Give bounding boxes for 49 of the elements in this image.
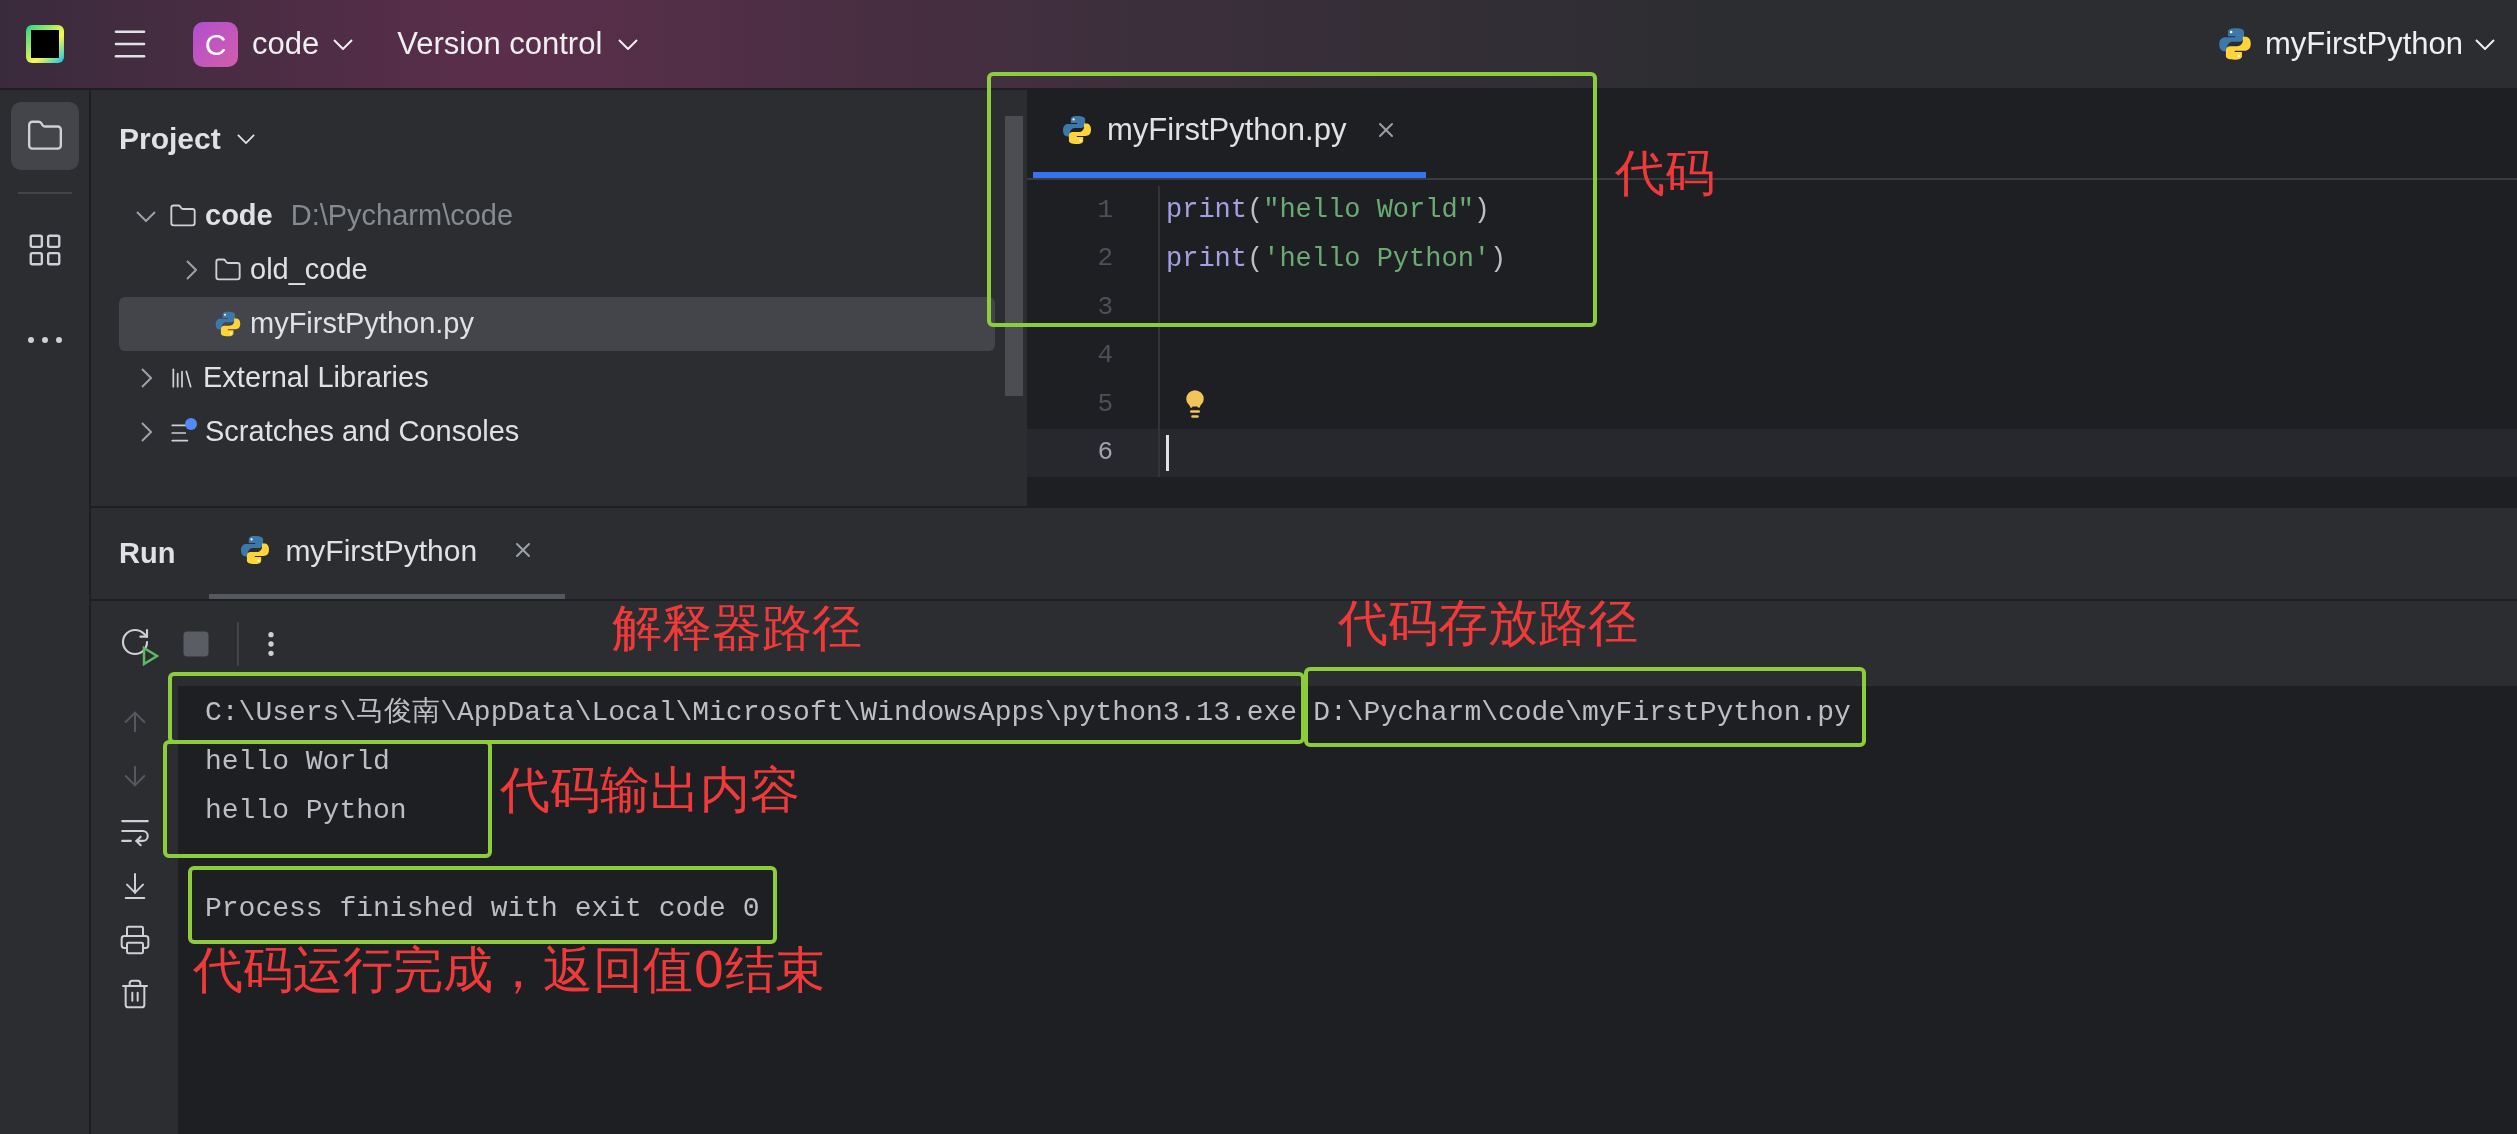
folder-path: D:\Pycharm\code — [290, 198, 514, 234]
chevron-down-icon — [236, 133, 255, 144]
scrollbar[interactable] — [1005, 116, 1023, 396]
run-panel-title: Run — [119, 535, 176, 571]
annotation-label: 代码输出内容 — [500, 765, 800, 815]
code-line: print('hello Python') — [1166, 242, 1507, 276]
panel-title-selector[interactable]: Project — [119, 116, 255, 161]
project-badge[interactable]: C — [193, 21, 238, 67]
interpreter-path: C:\Users\马俊南\AppData\Local\Microsoft\WindowsApps\python3.13.exe — [205, 696, 1298, 728]
line-number: 6 — [1096, 436, 1113, 470]
python-icon — [214, 310, 242, 338]
tree-label: Scratches and Consoles — [205, 414, 520, 450]
chevron-right-icon[interactable] — [140, 368, 152, 388]
printer-icon[interactable] — [118, 924, 151, 956]
tree-label: old_code — [250, 252, 368, 288]
tree-label: myFirstPython.py — [250, 306, 474, 342]
chevron-right-icon[interactable] — [185, 260, 197, 280]
annotation-label: 代码运行完成，返回值0结束 — [193, 945, 825, 995]
annotation-label: 代码存放路径 — [1338, 598, 1638, 648]
script-path: D:\Pycharm\code\myFirstPython.py — [1313, 696, 1851, 728]
tree-item[interactable]: myFirstPython.py — [119, 297, 995, 351]
console-output: hello Python — [205, 793, 407, 828]
tree-item[interactable]: External Libraries — [119, 351, 995, 405]
console-output: hello World — [205, 744, 390, 779]
run-config-dropdown[interactable]: myFirstPython — [2216, 20, 2495, 68]
project-switcher[interactable]: code — [252, 20, 354, 68]
project-tool-button[interactable] — [10, 102, 79, 170]
tree-label: code — [205, 198, 273, 234]
tree-item[interactable]: old_code — [119, 243, 995, 297]
chevron-down-icon — [333, 38, 354, 50]
code-line: print("hello World") — [1166, 194, 1491, 227]
tree-item[interactable]: code D:\Pycharm\code — [119, 189, 995, 243]
exit-status: Process finished with exit code 0 — [205, 892, 760, 924]
more-icon — [27, 337, 62, 343]
annotation-label: 解释器路径 — [612, 603, 862, 653]
editor-tab[interactable]: myFirstPython.py — [1033, 88, 1427, 178]
chevron-down-icon — [2475, 38, 2495, 50]
chevron-down-icon — [618, 38, 639, 50]
python-icon — [1061, 114, 1093, 146]
annotation-label: 代码 — [1615, 148, 1715, 198]
vcs-dropdown[interactable]: Version control — [397, 20, 639, 68]
run-tab[interactable]: myFirstPython — [209, 506, 566, 599]
text-caret — [1166, 434, 1169, 471]
python-icon — [239, 534, 272, 566]
python-icon — [2216, 26, 2253, 62]
tree-label: External Libraries — [203, 360, 429, 396]
tree-item[interactable]: Scratches and Consoles — [119, 405, 995, 459]
app-logo-icon[interactable] — [26, 25, 64, 63]
chevron-right-icon[interactable] — [140, 422, 152, 442]
